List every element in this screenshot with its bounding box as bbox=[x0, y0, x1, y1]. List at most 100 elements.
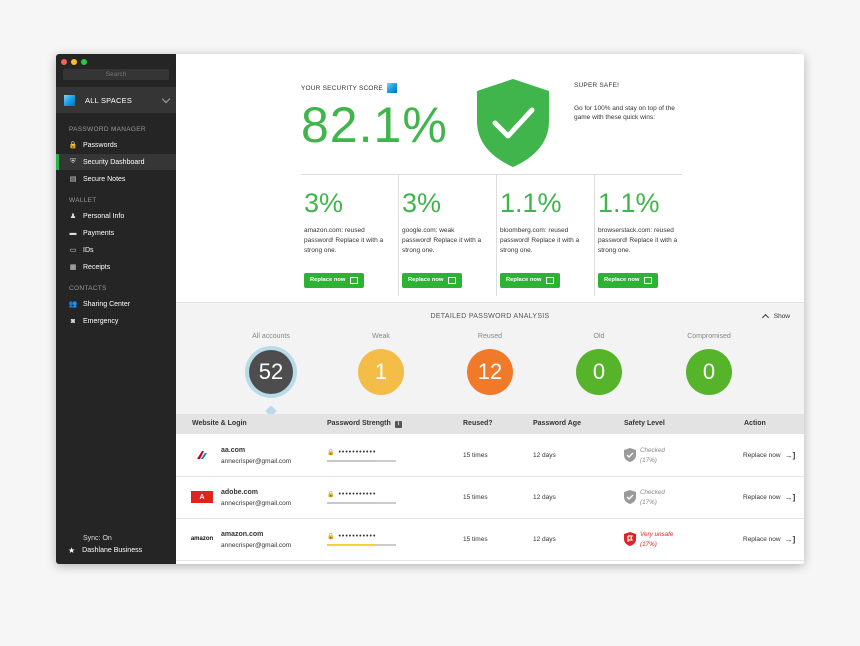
external-link-icon bbox=[350, 277, 359, 284]
stat-label: Compromised bbox=[687, 333, 731, 340]
strength-bar bbox=[327, 544, 396, 546]
amazon-logo: amazon bbox=[190, 536, 214, 542]
replace-now-link[interactable]: Replace now →] bbox=[743, 493, 795, 502]
replace-now-link[interactable]: Replace now →] bbox=[743, 535, 795, 544]
strength-bar bbox=[327, 502, 396, 504]
stat-label: All accounts bbox=[252, 333, 290, 340]
replace-now-button[interactable]: Replace now bbox=[598, 273, 659, 288]
replace-now-link[interactable]: Replace now →] bbox=[743, 451, 795, 460]
external-link-icon bbox=[546, 277, 555, 284]
replace-now-button[interactable]: Replace now bbox=[402, 273, 463, 288]
sidebar: Search ALL SPACES PASSWORD MANAGER 🔒 Passw… bbox=[56, 54, 176, 564]
stat-reused[interactable]: Reused 12 bbox=[445, 333, 535, 395]
table-row[interactable]: amazon amazon.com annecrisper@gmail.com 🔒 •… bbox=[176, 519, 804, 561]
column-header[interactable]: Password Age bbox=[533, 420, 581, 427]
close-window-button[interactable] bbox=[61, 59, 67, 65]
business-account[interactable]: ★ Dashlane Business bbox=[68, 546, 142, 555]
minimize-window-button[interactable] bbox=[71, 59, 77, 65]
zoom-window-button[interactable] bbox=[81, 59, 87, 65]
security-score: 82.1% bbox=[301, 97, 448, 153]
show-toggle[interactable]: Show bbox=[761, 312, 790, 322]
win-description: google.com: weak password! Replace it wi… bbox=[402, 227, 482, 254]
win-description: browserstack.com: reused password! Repla… bbox=[598, 227, 678, 254]
sidebar-item-secure-notes[interactable]: ▤ Secure Notes bbox=[56, 171, 176, 187]
dashlane-cube-icon bbox=[64, 94, 75, 106]
sidebar-item-receipts[interactable]: ▦ Receipts bbox=[56, 259, 176, 275]
analysis-title: DETAILED PASSWORD ANALYSIS bbox=[430, 313, 550, 320]
receipt-icon: ▦ bbox=[69, 264, 77, 271]
star-icon: ★ bbox=[68, 546, 76, 555]
sidebar-item-label: IDs bbox=[83, 246, 94, 254]
status-description: Go for 100% and stay on top of the game … bbox=[574, 105, 675, 121]
column-header[interactable]: Safety Level bbox=[624, 420, 665, 427]
shield-icon: ⛨ bbox=[70, 158, 76, 165]
dashlane-cube-icon bbox=[387, 83, 398, 93]
login-email: annecrisper@gmail.com bbox=[221, 458, 292, 465]
info-icon[interactable]: i bbox=[394, 421, 402, 428]
table-header: Website & Login Password Strength i Reused?… bbox=[176, 414, 804, 434]
password-age: 12 days bbox=[533, 494, 556, 501]
sidebar-item-security-dashboard[interactable]: ⛨ Security Dashboard bbox=[56, 154, 176, 170]
sidebar-item-label: Secure Notes bbox=[83, 175, 126, 183]
sidebar-item-label: Passwords bbox=[83, 141, 118, 149]
arrow-right-icon: →] bbox=[784, 451, 796, 460]
spaces-label: ALL SPACES bbox=[85, 95, 133, 105]
sidebar-item-label: Emergency bbox=[83, 317, 119, 325]
sidebar-item-ids[interactable]: ▭ IDs bbox=[56, 242, 176, 258]
win-percentage: 1.1% bbox=[598, 188, 660, 218]
safety-level: Very unsafe (17%) bbox=[640, 531, 674, 548]
password-mask: 🔒 ••••••••••• bbox=[327, 491, 377, 498]
shield-alert-icon bbox=[624, 532, 636, 548]
sidebar-item-sharing-center[interactable]: 👥 Sharing Center bbox=[56, 296, 176, 312]
replace-now-button[interactable]: Replace now bbox=[304, 273, 365, 288]
business-label: Dashlane Business bbox=[82, 547, 143, 554]
stat-all[interactable]: All accounts 52 bbox=[226, 333, 316, 417]
sidebar-item-label: Receipts bbox=[83, 263, 111, 271]
chevron-down-icon bbox=[161, 94, 171, 104]
website-name: aa.com bbox=[221, 447, 246, 454]
replace-now-label: Replace now bbox=[604, 277, 640, 283]
window-controls bbox=[61, 59, 87, 65]
column-header[interactable]: Website & Login bbox=[192, 420, 247, 427]
sidebar-item-label: Security Dashboard bbox=[83, 158, 145, 166]
shield-check-icon bbox=[624, 490, 636, 506]
sidebar-item-label: Sharing Center bbox=[83, 300, 131, 308]
stat-count: 12 bbox=[467, 349, 513, 395]
spaces-selector[interactable]: ALL SPACES bbox=[56, 87, 176, 113]
table-row[interactable]: Aadobe.com annecrisper@gmail.com 🔒 •••••••… bbox=[176, 477, 804, 519]
stat-compromised[interactable]: Compromised 0 bbox=[664, 333, 754, 395]
sidebar-item-emergency[interactable]: ◙ Emergency bbox=[56, 313, 176, 329]
password-age: 12 days bbox=[533, 452, 556, 459]
security-dashboard: YOUR SECURITY SCORE 82.1% SUPER SAFE! Go… bbox=[176, 54, 804, 564]
stat-count: 0 bbox=[576, 349, 622, 395]
action-label: Replace now bbox=[743, 452, 781, 459]
note-icon: ▤ bbox=[69, 176, 77, 183]
shield-check-icon bbox=[477, 79, 549, 167]
win-percentage: 3% bbox=[304, 188, 344, 218]
sidebar-item-payments[interactable]: ▬ Payments bbox=[56, 225, 176, 241]
stat-weak[interactable]: Weak 1 bbox=[336, 333, 426, 395]
sidebar-item-label: Personal Info bbox=[83, 212, 125, 220]
person-icon: ♟ bbox=[69, 213, 77, 220]
column-header-label: Reused? bbox=[463, 420, 493, 427]
search-input[interactable]: Search bbox=[63, 69, 169, 80]
action-label: Replace now bbox=[743, 494, 781, 501]
status-title: SUPER SAFE! bbox=[574, 82, 620, 89]
stat-old[interactable]: Old 0 bbox=[554, 333, 644, 395]
replace-now-button[interactable]: Replace now bbox=[500, 273, 561, 288]
id-icon: ▭ bbox=[69, 247, 77, 254]
sidebar-section-title: CONTACTS bbox=[69, 285, 107, 292]
lock-icon: 🔒 bbox=[68, 142, 78, 149]
column-header[interactable]: Password Strength i bbox=[327, 420, 402, 428]
safety-level: Checked (17%) bbox=[640, 447, 665, 464]
quick-win-card: 3% google.com: weak password! Replace it … bbox=[399, 174, 497, 296]
column-header[interactable]: Reused? bbox=[463, 420, 493, 427]
login-email: annecrisper@gmail.com bbox=[221, 542, 292, 549]
app-window: Search ALL SPACES PASSWORD MANAGER 🔒 Passw… bbox=[56, 54, 804, 564]
table-row[interactable]: aa.com annecrisper@gmail.com 🔒 •••••••••••… bbox=[176, 435, 804, 477]
sidebar-item-personal-info[interactable]: ♟ Personal Info bbox=[56, 208, 176, 224]
password-age: 12 days bbox=[533, 536, 556, 543]
sidebar-item-passwords[interactable]: 🔒 Passwords bbox=[56, 137, 176, 153]
score-label-text: YOUR SECURITY SCORE bbox=[301, 84, 384, 92]
action-label: Replace now bbox=[743, 536, 781, 543]
